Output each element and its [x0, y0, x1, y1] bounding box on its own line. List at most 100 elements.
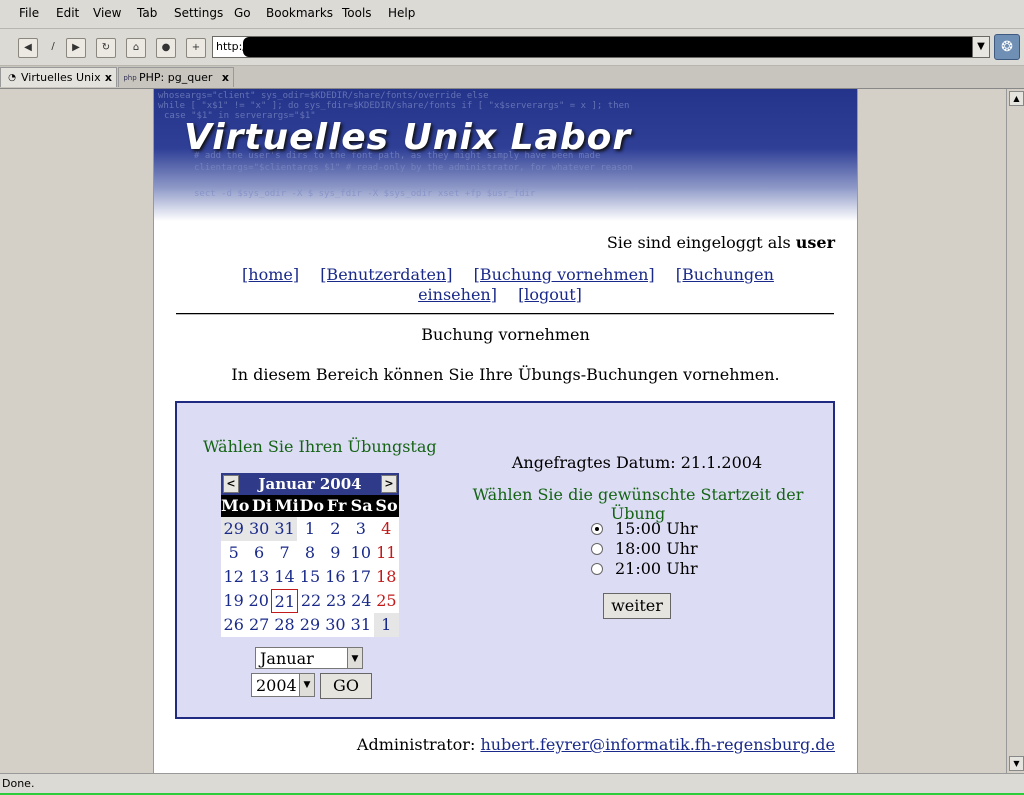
divider — [176, 313, 834, 315]
menu-help[interactable]: Help — [388, 6, 415, 20]
menu-edit[interactable]: Edit — [56, 6, 79, 20]
stop-icon[interactable]: ● — [156, 38, 176, 58]
radio[interactable] — [591, 563, 603, 575]
calendar: < Januar 2004 > Mo Di Mi Do Fr Sa So 29 … — [221, 473, 399, 637]
weiter-button[interactable]: weiter — [603, 593, 671, 619]
web-page: whoseargs="client" sys_odir=$KDEDIR/shar… — [153, 89, 858, 773]
browser-viewport: whoseargs="client" sys_odir=$KDEDIR/shar… — [0, 89, 1006, 773]
calendar-title: Januar 2004 — [258, 475, 362, 493]
nav-benutzerdaten[interactable]: [Benutzerdaten] — [320, 265, 452, 284]
pick-day-heading: Wählen Sie Ihren Übungstag — [203, 437, 437, 456]
calendar-week: 12 13 14 15 16 17 18 — [221, 565, 399, 589]
calendar-day[interactable]: 13 — [246, 565, 272, 589]
calendar-day[interactable]: 3 — [348, 517, 374, 541]
calendar-day[interactable]: 24 — [348, 589, 374, 613]
url-dropdown-icon[interactable]: ▼ — [972, 37, 989, 57]
url-redaction — [243, 37, 983, 57]
chevron-down-icon: ▼ — [347, 648, 362, 668]
login-username: user — [795, 233, 835, 252]
section-title: Buchung vornehmen — [421, 325, 590, 344]
menu-settings[interactable]: Settings — [174, 6, 223, 20]
vertical-scrollbar[interactable]: ▲ ▼ — [1006, 89, 1024, 773]
menu-view[interactable]: View — [93, 6, 121, 20]
time-option-1800[interactable]: 18:00 Uhr — [591, 539, 698, 559]
nav-logout[interactable]: [logout] — [518, 285, 582, 304]
time-options: 15:00 Uhr 18:00 Uhr 21:00 Uhr — [591, 519, 698, 579]
forward-icon[interactable]: ▶ — [66, 38, 86, 58]
calendar-day[interactable]: 31 — [271, 517, 298, 541]
browser-logo-icon[interactable]: ❂ — [994, 34, 1020, 60]
calendar-prev-button[interactable]: < — [223, 475, 239, 493]
calendar-day[interactable]: 27 — [246, 613, 272, 637]
calendar-day[interactable]: 9 — [322, 541, 349, 565]
calendar-day[interactable]: 15 — [297, 565, 323, 589]
admin-email-link[interactable]: hubert.feyrer@informatik.fh-regensburg.d… — [480, 735, 835, 754]
scroll-down-icon[interactable]: ▼ — [1009, 756, 1024, 771]
history-icon[interactable]: / — [44, 38, 62, 56]
calendar-day[interactable]: 7 — [271, 541, 298, 565]
url-input[interactable]: http:// ▼ — [212, 36, 990, 58]
nav-home[interactable]: [home] — [242, 265, 299, 284]
calendar-day[interactable]: 4 — [373, 517, 399, 541]
calendar-day[interactable]: 26 — [221, 613, 247, 637]
calendar-day-selected[interactable]: 21 — [271, 589, 299, 613]
calendar-week: 29 30 31 1 2 3 4 — [221, 517, 399, 541]
calendar-day[interactable]: 23 — [323, 589, 349, 613]
calendar-day[interactable]: 1 — [373, 613, 399, 637]
menu-file[interactable]: File — [19, 6, 39, 20]
calendar-day[interactable]: 10 — [348, 541, 374, 565]
new-tab-icon[interactable]: + — [186, 38, 206, 58]
main-nav: [home] [Benutzerdaten] [Buchung vornehme… — [234, 265, 774, 305]
banner-code-texture: whoseargs="client" sys_odir=$KDEDIR/shar… — [158, 91, 489, 101]
go-button[interactable]: GO — [320, 673, 372, 699]
nav-buchung-vornehmen[interactable]: [Buchung vornehmen] — [474, 265, 655, 284]
calendar-day[interactable]: 29 — [221, 517, 247, 541]
calendar-next-button[interactable]: > — [381, 475, 397, 493]
month-select[interactable]: Januar ▼ — [255, 647, 363, 669]
menu-go[interactable]: Go — [234, 6, 251, 20]
menu-bookmarks[interactable]: Bookmarks — [266, 6, 333, 20]
menu-bar: File Edit View Tab Settings Go Bookmarks… — [0, 0, 1024, 29]
calendar-day[interactable]: 5 — [221, 541, 247, 565]
menu-tab[interactable]: Tab — [137, 6, 157, 20]
calendar-day[interactable]: 12 — [221, 565, 247, 589]
calendar-day[interactable]: 22 — [298, 589, 324, 613]
time-option-1500[interactable]: 15:00 Uhr — [591, 519, 698, 539]
admin-contact: Administrator: hubert.feyrer@informatik.… — [356, 735, 835, 754]
calendar-day[interactable]: 31 — [348, 613, 374, 637]
weekday-label: Di — [251, 496, 272, 515]
calendar-day[interactable]: 29 — [297, 613, 323, 637]
scroll-up-icon[interactable]: ▲ — [1009, 91, 1024, 106]
close-icon[interactable]: x — [105, 68, 112, 88]
tab-label: Virtuelles Unix — [21, 71, 101, 84]
time-option-2100[interactable]: 21:00 Uhr — [591, 559, 698, 579]
calendar-day[interactable]: 16 — [322, 565, 349, 589]
calendar-day[interactable]: 18 — [373, 565, 399, 589]
reload-icon[interactable]: ↻ — [96, 38, 116, 58]
calendar-day[interactable]: 11 — [373, 541, 399, 565]
tab-virtuelles-unix[interactable]: ◔ Virtuelles Unix x — [0, 67, 117, 87]
radio-selected[interactable] — [591, 523, 603, 535]
year-select[interactable]: 2004 ▼ — [251, 673, 315, 697]
calendar-day[interactable]: 28 — [271, 613, 298, 637]
calendar-day[interactable]: 6 — [246, 541, 272, 565]
calendar-day[interactable]: 19 — [221, 589, 247, 613]
back-icon[interactable]: ◀ — [18, 38, 38, 58]
weekday-label: Fr — [326, 496, 347, 515]
calendar-day[interactable]: 8 — [297, 541, 323, 565]
calendar-day[interactable]: 2 — [322, 517, 349, 541]
calendar-week: 26 27 28 29 30 31 1 — [221, 613, 399, 637]
home-icon[interactable]: ⌂ — [126, 38, 146, 58]
tab-php-pg-query[interactable]: php PHP: pg_quer x — [118, 67, 234, 87]
radio[interactable] — [591, 543, 603, 555]
calendar-weekdays: Mo Di Mi Do Fr Sa So — [221, 495, 399, 517]
calendar-day[interactable]: 25 — [373, 589, 399, 613]
calendar-day[interactable]: 17 — [348, 565, 374, 589]
calendar-day[interactable]: 30 — [322, 613, 349, 637]
calendar-day[interactable]: 30 — [246, 517, 272, 541]
calendar-day[interactable]: 20 — [246, 589, 272, 613]
close-icon[interactable]: x — [222, 68, 229, 88]
calendar-day[interactable]: 14 — [271, 565, 298, 589]
calendar-day[interactable]: 1 — [297, 517, 323, 541]
menu-tools[interactable]: Tools — [342, 6, 372, 20]
